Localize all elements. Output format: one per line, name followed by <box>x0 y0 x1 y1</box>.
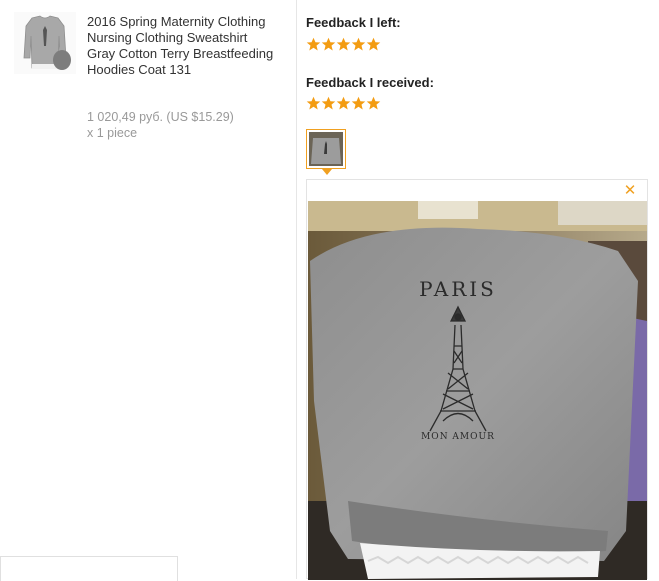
star-icon <box>366 96 381 110</box>
thumbnail-pointer <box>322 169 332 175</box>
product-thumbnail[interactable] <box>14 12 76 74</box>
star-icon <box>321 96 336 110</box>
star-icon <box>321 37 336 51</box>
star-icon <box>336 37 351 51</box>
product-quantity: x 1 piece <box>87 126 138 140</box>
star-icon <box>336 96 351 110</box>
sweatshirt-thumbnail-icon <box>14 12 76 74</box>
feedback-photo: PARIS MON AMOUR <box>308 201 647 580</box>
feedback-received-label: Feedback I received: <box>306 75 434 90</box>
product-price-block: 1 020,49 руб. (US $15.29) x 1 piece <box>87 109 287 141</box>
feedback-left-label: Feedback I left: <box>306 15 401 30</box>
photo-text-top: PARIS <box>419 277 497 301</box>
bottom-panel-edge <box>0 556 178 581</box>
star-icon <box>351 37 366 51</box>
sweatshirt-photo-image: PARIS MON AMOUR <box>308 201 647 580</box>
feedback-panel: Feedback I left: Feedback I received: ✕ <box>306 0 659 580</box>
order-item-panel: 2016 Spring Maternity Clothing Nursing C… <box>0 0 296 579</box>
feedback-received-stars <box>306 96 381 112</box>
feedback-left-stars <box>306 37 381 53</box>
column-divider <box>296 0 297 579</box>
star-icon <box>306 96 321 110</box>
product-price: 1 020,49 руб. (US $15.29) <box>87 110 234 124</box>
photo-thumbnail[interactable] <box>306 129 346 169</box>
close-icon[interactable]: ✕ <box>623 183 637 198</box>
star-icon <box>306 37 321 51</box>
product-title[interactable]: 2016 Spring Maternity Clothing Nursing C… <box>87 14 277 78</box>
star-icon <box>366 37 381 51</box>
photo-viewer: ✕ PARIS MON AMOUR <box>306 179 648 580</box>
star-icon <box>351 96 366 110</box>
sweatshirt-photo-mini-icon <box>309 132 343 166</box>
photo-text-bottom: MON AMOUR <box>421 432 495 442</box>
